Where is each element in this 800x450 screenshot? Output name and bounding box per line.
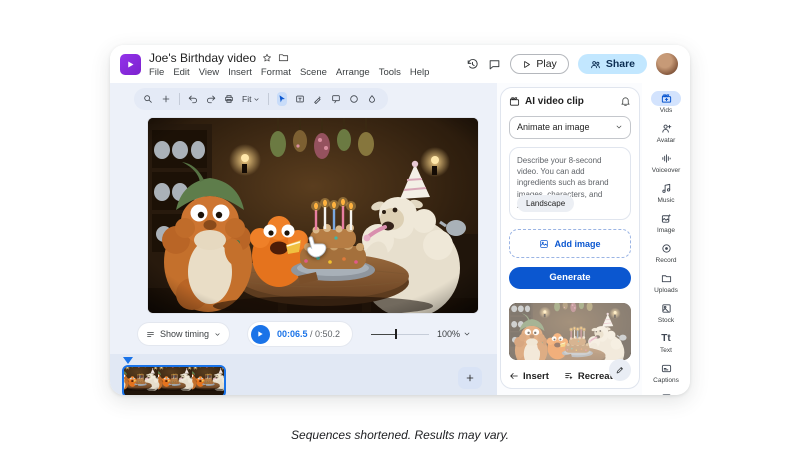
sidebar-item-captions[interactable]: Captions [642,358,690,388]
record-icon [651,241,681,256]
comments-icon[interactable] [488,58,501,71]
window-header: Joe's Birthday video File Edit View Inse… [110,45,690,83]
sidebar-item-image[interactable]: Image [642,208,690,238]
feedback-icon[interactable] [331,92,341,106]
text-box-icon[interactable] [295,92,305,106]
aspect-ratio-chip[interactable]: Landscape [517,195,574,212]
disclaimer-caption: Sequences shortened. Results may vary. [0,428,800,442]
menubar: File Edit View Insert Format Scene Arran… [149,67,429,78]
toolbar: Fit [134,88,388,110]
share-button[interactable]: Share [578,54,647,74]
pen-feedback-button[interactable] [609,359,631,381]
rewrite-sparkle-icon [564,371,574,381]
video-preview[interactable] [148,118,478,313]
arrow-left-icon [509,371,519,381]
timing-icon [146,330,155,339]
timestamp: 00:06.5 / 0:50.2 [277,329,340,339]
scene-filmstrip-thumbnail[interactable] [122,365,226,395]
bell-icon[interactable] [620,96,631,107]
redo-icon[interactable] [206,92,216,106]
shape-icon[interactable] [349,92,359,106]
generate-button[interactable]: Generate [509,267,631,289]
ai-video-clip-panel: AI video clip Animate an image Describe … [500,87,640,389]
generation-mode-dropdown[interactable]: Animate an image [509,116,631,139]
sidebar-item-uploads[interactable]: Uploads [642,268,690,298]
waveform-icon [651,151,681,166]
zoom-in-icon[interactable] [161,92,171,106]
move-folder-icon[interactable] [278,52,289,63]
sidebar-item-text[interactable]: Tt Text [642,328,690,358]
captions-icon [651,361,681,376]
sidebar-item-avatar[interactable]: Avatar [642,118,690,148]
panel-title: AI video clip [525,96,584,107]
clapper-icon [509,96,520,107]
version-history-icon[interactable] [466,58,479,71]
undo-icon[interactable] [188,92,198,106]
menu-tools[interactable]: Tools [379,67,401,78]
timeline-zoom-slider[interactable] [371,329,429,339]
chevron-down-icon [214,331,221,338]
image-sparkle-icon [651,211,681,226]
templates-icon [651,391,681,395]
timeline-strip [110,354,497,395]
insert-button[interactable]: Insert [509,371,549,382]
user-avatar[interactable] [656,53,678,75]
insert-sidebar: Vids Avatar Voiceover Music Image Record [642,83,690,395]
menu-insert[interactable]: Insert [228,67,252,78]
menu-help[interactable]: Help [410,67,430,78]
adjust-icon[interactable] [367,92,377,106]
select-cursor-icon[interactable] [277,92,287,106]
chevron-down-icon [615,123,623,131]
puppet-scene-image [148,118,478,313]
folder-icon [651,271,681,286]
sidebar-item-stock[interactable]: Stock [642,298,690,328]
sidebar-item-music[interactable]: Music [642,178,690,208]
chevron-down-icon [463,330,471,338]
menu-edit[interactable]: Edit [173,67,189,78]
person-plus-icon [651,121,681,136]
show-timing-dropdown[interactable]: Show timing [138,323,229,345]
vids-app-logo-icon[interactable] [120,54,141,75]
menu-view[interactable]: View [199,67,219,78]
editor-canvas: Fit Show timing [110,83,497,395]
playback-controls: Show timing 00:06.5 / 0:50.2 [110,322,497,346]
menu-arrange[interactable]: Arrange [336,67,370,78]
sidebar-item-voiceover[interactable]: Voiceover [642,148,690,178]
playhead-marker[interactable] [123,357,133,364]
zoom-fit-dropdown[interactable]: Fit [242,94,260,104]
music-note-icon [651,181,681,196]
hand-cursor-icon [300,230,330,260]
generated-clip-thumbnail[interactable] [509,303,631,360]
photo-icon [651,301,681,316]
menu-scene[interactable]: Scene [300,67,327,78]
prompt-input[interactable]: Describe your 8-second video. You can ad… [509,147,631,220]
image-icon [539,239,549,249]
document-title[interactable]: Joe's Birthday video [149,51,256,65]
zoom-level-dropdown[interactable]: 100% [437,329,471,339]
pen-tool-icon[interactable] [313,92,323,106]
text-icon: Tt [651,331,681,346]
star-icon[interactable] [262,53,272,63]
app-window: Joe's Birthday video File Edit View Inse… [110,45,690,395]
people-icon [590,59,601,70]
add-scene-button[interactable] [458,367,482,389]
sidebar-item-templates[interactable]: Templates [642,388,690,395]
menu-file[interactable]: File [149,67,164,78]
clapper-plus-icon [651,91,681,106]
menu-format[interactable]: Format [261,67,291,78]
play-button[interactable] [251,325,270,344]
add-image-button[interactable]: Add image [509,229,631,258]
sidebar-item-vids[interactable]: Vids [642,88,690,118]
play-preview-button[interactable]: Play [510,54,568,74]
print-icon[interactable] [224,92,234,106]
sidebar-item-record[interactable]: Record [642,238,690,268]
zoom-search-icon[interactable] [143,92,153,106]
pen-icon [615,365,625,375]
